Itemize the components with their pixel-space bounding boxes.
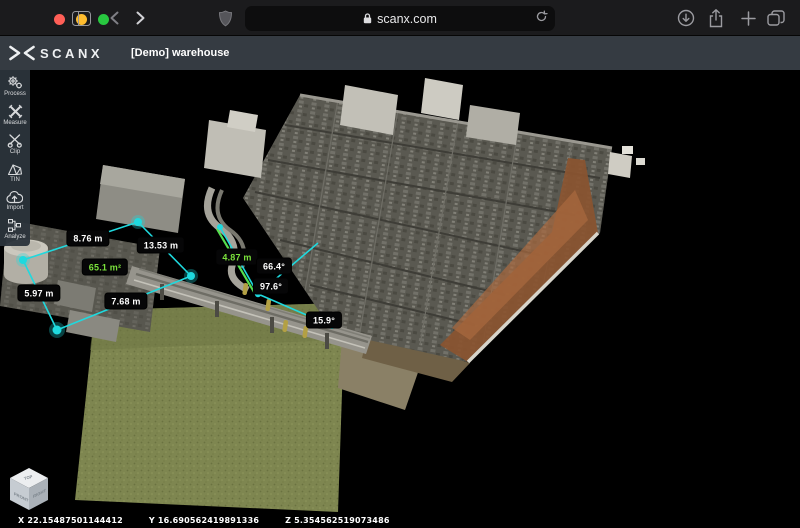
tool-import[interactable]: Import — [6, 190, 24, 211]
privacy-shield-icon[interactable] — [215, 8, 235, 28]
measurement-label-distance[interactable]: 7.68 m — [104, 292, 148, 310]
analyze-nodes-icon — [7, 219, 21, 232]
logo-wordmark: SCANX — [40, 45, 104, 61]
measurement-label-height[interactable]: 4.87 m — [215, 248, 259, 266]
project-title: [Demo] warehouse — [131, 47, 230, 59]
browser-window: scanx.com SCANX [Demo] warehouse Process… — [0, 0, 800, 528]
share-icon — [709, 8, 723, 27]
reload-icon — [536, 10, 548, 22]
measurement-label-angle[interactable]: 66.4° — [255, 257, 293, 275]
app-header: SCANX [Demo] warehouse — [0, 36, 800, 70]
url-text: scanx.com — [377, 11, 437, 26]
url-bar[interactable]: scanx.com — [245, 6, 555, 31]
tool-clip[interactable]: Clip — [7, 133, 23, 155]
viewer-canvas[interactable]: Process Measure Clip TIN Import Analyze … — [0, 70, 800, 528]
sidebar-toggle-icon[interactable] — [72, 11, 91, 26]
chevron-left-icon — [110, 11, 118, 25]
new-tab-button[interactable] — [738, 8, 758, 28]
plus-icon — [740, 10, 756, 26]
reload-button[interactable] — [535, 10, 548, 26]
download-icon — [677, 9, 695, 27]
tool-analyze[interactable]: Analyze — [4, 218, 26, 240]
tool-measure[interactable]: Measure — [3, 104, 27, 126]
back-button[interactable] — [104, 8, 124, 28]
tin-mesh-icon — [7, 164, 23, 176]
tabs-icon — [767, 10, 785, 26]
measurement-label-distance[interactable]: 8.76 m — [66, 229, 110, 247]
measurement-label-distance[interactable]: 13.53 m — [136, 236, 186, 254]
forward-button[interactable] — [130, 8, 150, 28]
measurement-label-angle[interactable]: 97.6° — [252, 277, 290, 295]
share-button[interactable] — [706, 8, 726, 28]
tool-panel: Process Measure Clip TIN Import Analyze — [0, 70, 30, 246]
downloads-button[interactable] — [676, 8, 696, 28]
coordinate-y: Y 16.690562419891336 — [148, 516, 260, 525]
coordinate-z: Z 5.354562519073486 — [285, 516, 390, 525]
close-button[interactable] — [54, 14, 65, 25]
tool-tin[interactable]: TIN — [7, 162, 23, 183]
coordinate-x: X 22.15487501144412 — [18, 516, 123, 525]
cursor-coordinates: X 22.15487501144412 Y 16.690562419891336… — [18, 516, 390, 525]
lock-icon — [363, 13, 372, 24]
chevron-right-icon — [136, 11, 144, 25]
scanx-logo[interactable]: SCANX — [9, 45, 103, 61]
gears-icon — [8, 76, 22, 89]
browser-chrome: scanx.com — [0, 0, 800, 36]
scanx-logo-icon — [9, 45, 35, 61]
view-cube[interactable]: TOP FRONT RIGHT — [8, 466, 50, 512]
measurement-label-distance[interactable]: 5.97 m — [17, 284, 61, 302]
measure-x-icon — [8, 104, 22, 119]
measurement-label-area[interactable]: 65.1 m² — [81, 258, 129, 276]
tool-process[interactable]: Process — [4, 75, 26, 97]
measurement-label-angle[interactable]: 15.9° — [305, 311, 343, 329]
scissors-icon — [7, 134, 22, 148]
tab-overview-button[interactable] — [766, 8, 786, 28]
cloud-upload-icon — [6, 190, 24, 204]
